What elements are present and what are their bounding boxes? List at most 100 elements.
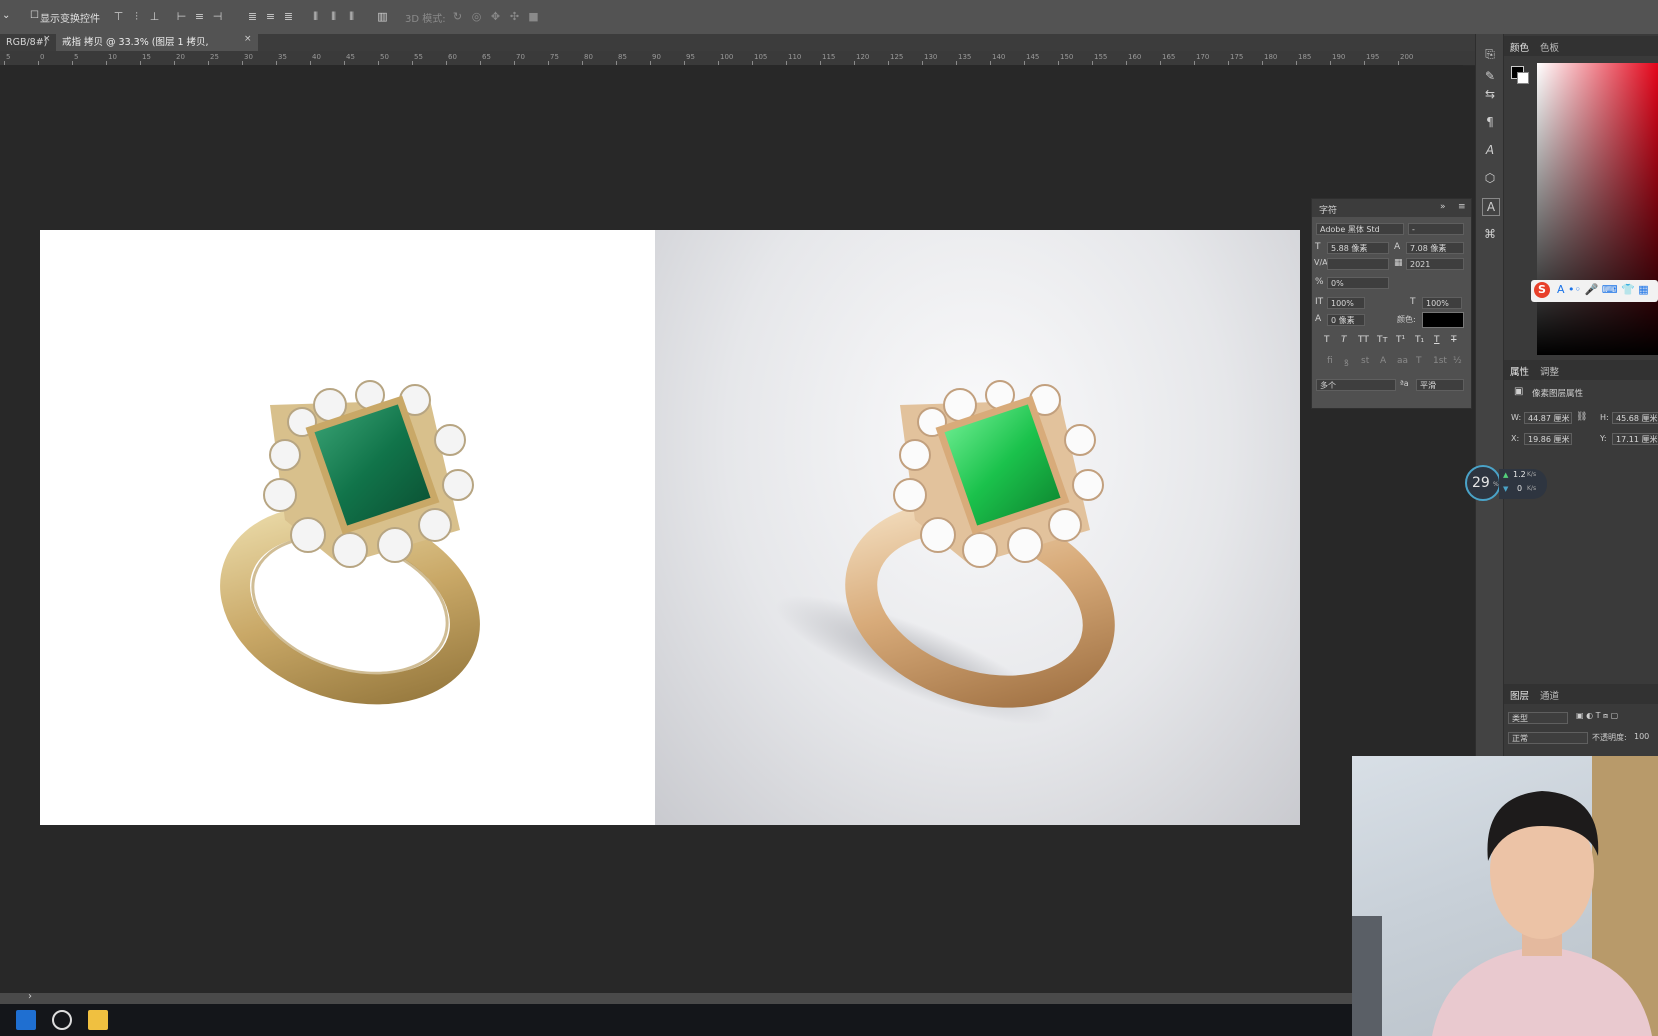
leading-field[interactable]: 7.08 像素: [1406, 242, 1464, 254]
font-style-select[interactable]: -: [1408, 223, 1464, 235]
color-panel-header: 颜色 色板: [1504, 36, 1658, 56]
character-icon[interactable]: A: [1482, 198, 1500, 216]
tab-channels[interactable]: 通道: [1540, 688, 1559, 702]
vertical-scale-field[interactable]: 100%: [1327, 297, 1365, 309]
collapse-icon[interactable]: »: [1440, 202, 1446, 212]
ime-toolbar[interactable]: S A •◦ 🎤 ⌨ 👕 ▦: [1531, 280, 1658, 302]
tab-close-icon[interactable]: ×: [43, 34, 51, 44]
distribute-right-icon[interactable]: ⫴: [345, 10, 358, 23]
distribute-vcenter-icon[interactable]: ≡: [264, 10, 277, 23]
ruler-tick-label: 40: [312, 53, 321, 61]
document-image-retouched: [655, 230, 1300, 825]
ordinals-icon[interactable]: T: [1416, 356, 1422, 366]
small-caps-icon[interactable]: Tт: [1377, 335, 1388, 345]
align-bottom-icon[interactable]: ⊥: [148, 10, 161, 23]
height-field[interactable]: 45.68 厘米: [1612, 412, 1658, 424]
layer-filter-select[interactable]: 类型: [1508, 712, 1568, 724]
swash-icon[interactable]: st: [1361, 356, 1369, 366]
taskbar: [0, 1004, 1352, 1036]
link-icon[interactable]: ⛓: [1576, 412, 1587, 422]
faux-bold-icon[interactable]: T: [1324, 335, 1330, 345]
tab-adjustments[interactable]: 调整: [1540, 364, 1559, 378]
3d-scale-icon[interactable]: ■: [527, 10, 540, 23]
x-field[interactable]: 19.86 厘米: [1524, 433, 1572, 445]
proportional-spacing-field[interactable]: 0%: [1327, 277, 1389, 289]
faux-italic-icon[interactable]: T: [1341, 335, 1347, 345]
glyphs-icon[interactable]: A: [1482, 142, 1498, 158]
adjustments-icon[interactable]: ⇆: [1482, 86, 1498, 102]
align-top-icon[interactable]: ⊤: [112, 10, 125, 23]
tab-layers[interactable]: 图层: [1510, 688, 1529, 702]
document-image-original: [40, 230, 655, 825]
language-select[interactable]: 多个: [1316, 379, 1396, 391]
width-field[interactable]: 44.87 厘米: [1524, 412, 1572, 424]
status-expand-icon[interactable]: ›: [28, 991, 32, 1002]
old-style-icon[interactable]: ꝸ: [1344, 356, 1349, 369]
character-panel-tab[interactable]: 字符: [1319, 203, 1337, 216]
auto-align-icon[interactable]: ▥: [376, 10, 389, 23]
stylistic-alternates-icon[interactable]: A: [1380, 356, 1386, 366]
ligatures-icon[interactable]: fi: [1327, 356, 1333, 366]
color-picker-field[interactable]: [1537, 63, 1658, 355]
photoshop-task-icon[interactable]: [16, 1010, 36, 1030]
gauge-value: 29: [1472, 475, 1490, 491]
tab-document-2[interactable]: 戒指 拷贝 @ 33.3% (图层 1 拷贝, RGB/8#) *: [56, 34, 258, 65]
3d-roll-icon[interactable]: ◎: [470, 10, 483, 23]
distribute-top-icon[interactable]: ≣: [246, 10, 259, 23]
all-caps-icon[interactable]: TT: [1358, 335, 1369, 345]
options-bar: ⌄ ☐ 显示变换控件 ⊤ ⫶ ⊥ ⊢ ≡ ⊣ ≣ ≡ ≣ ⫴ ⫴ ⫴ ▥ 3D …: [0, 0, 1658, 35]
ruler-tick-label: 170: [1196, 53, 1210, 61]
underline-icon[interactable]: T: [1434, 335, 1440, 345]
3d-slide-icon[interactable]: ✣: [508, 10, 521, 23]
y-field[interactable]: 17.11 厘米: [1612, 433, 1658, 445]
blend-mode-select[interactable]: 正常: [1508, 732, 1588, 744]
ruler-tick-label: 125: [890, 53, 904, 61]
align-right-icon[interactable]: ⊣: [211, 10, 224, 23]
obs-task-icon[interactable]: [52, 1010, 72, 1030]
background-color-swatch[interactable]: [1517, 72, 1529, 84]
fractions-icon[interactable]: ½: [1453, 356, 1462, 366]
distribute-hcenter-icon[interactable]: ⫴: [327, 10, 340, 23]
history-icon[interactable]: ⎘: [1482, 46, 1498, 62]
3d-pan-icon[interactable]: ✥: [489, 10, 502, 23]
panel-menu-icon[interactable]: ≡: [1458, 202, 1466, 212]
brush-settings-icon[interactable]: ✎: [1482, 68, 1498, 84]
tab-color[interactable]: 颜色: [1510, 40, 1529, 54]
superscript-icon[interactable]: T¹: [1396, 335, 1405, 345]
tab-properties[interactable]: 属性: [1510, 364, 1529, 378]
ime-lang-icon[interactable]: A •◦ 🎤 ⌨ 👕 ▦: [1557, 283, 1649, 296]
horizontal-scale-field[interactable]: 100%: [1422, 297, 1462, 309]
paragraph-icon[interactable]: ¶: [1482, 114, 1498, 130]
3d-rotate-icon[interactable]: ↻: [451, 10, 464, 23]
proportional-spacing-icon: %: [1315, 277, 1324, 287]
tab-close-icon[interactable]: ×: [244, 34, 252, 44]
distribute-bottom-icon[interactable]: ≣: [282, 10, 295, 23]
anti-alias-select[interactable]: 平滑: [1416, 379, 1464, 391]
ruler-tick-label: 25: [210, 53, 219, 61]
ruler-tick-label: 5: [74, 53, 79, 61]
paths-icon[interactable]: ⌘: [1482, 226, 1498, 242]
opacity-value[interactable]: 100: [1634, 732, 1649, 741]
kerning-field[interactable]: [1327, 258, 1389, 270]
titling-alternates-icon[interactable]: aa: [1397, 356, 1408, 366]
text-color-swatch[interactable]: [1422, 312, 1464, 328]
pixel-layer-icon: ▣: [1514, 386, 1524, 397]
strikethrough-icon[interactable]: T: [1451, 335, 1457, 345]
font-family-select[interactable]: Adobe 黑体 Std: [1316, 223, 1404, 235]
distribute-left-icon[interactable]: ⫴: [309, 10, 322, 23]
baseline-shift-field[interactable]: 0 像素: [1327, 314, 1365, 326]
align-left-icon[interactable]: ⊢: [175, 10, 188, 23]
file-explorer-task-icon[interactable]: [88, 1010, 108, 1030]
3d-cube-icon[interactable]: ⬡: [1482, 170, 1498, 186]
layer-filter-icons[interactable]: ▣ ◐ T ⧈ ▢: [1576, 711, 1618, 721]
tool-preset-dropdown[interactable]: ⌄: [2, 10, 10, 21]
font-size-field[interactable]: 5.88 像素: [1327, 242, 1389, 254]
tab-swatches[interactable]: 色板: [1540, 40, 1559, 54]
align-vcenter-icon[interactable]: ⫶: [130, 10, 143, 23]
tracking-field[interactable]: 2021: [1406, 258, 1464, 270]
subscript-icon[interactable]: T₁: [1415, 335, 1424, 345]
ruler-tick-label: 180: [1264, 53, 1278, 61]
ordinal-st-icon[interactable]: 1st: [1433, 356, 1447, 366]
align-hcenter-icon[interactable]: ≡: [193, 10, 206, 23]
show-transform-checkbox[interactable]: ☐: [30, 10, 39, 21]
